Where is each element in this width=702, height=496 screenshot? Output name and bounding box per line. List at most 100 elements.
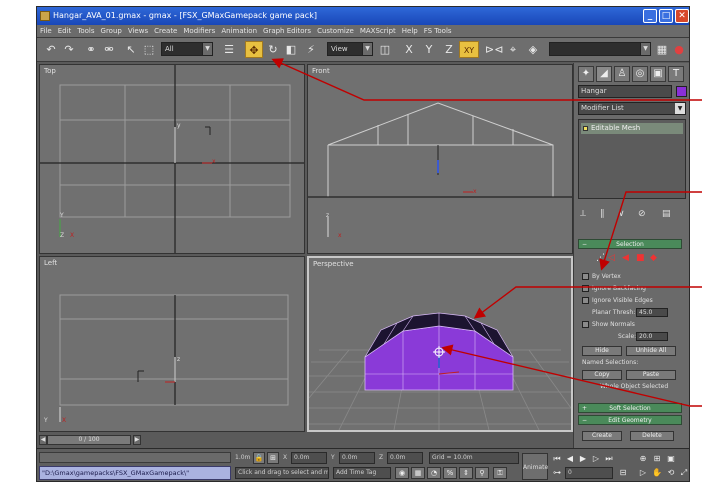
hierarchy-tab-icon[interactable]: ♙	[614, 66, 630, 82]
axis-y-button[interactable]: Y	[421, 41, 437, 58]
bulb-icon[interactable]	[583, 126, 588, 131]
field-of-view-icon[interactable]: ▷	[637, 467, 649, 479]
menu-customize[interactable]: Customize	[314, 25, 357, 38]
next-frame-icon[interactable]: ▷	[590, 453, 602, 465]
select-and-scale-icon[interactable]: ◧	[283, 41, 299, 58]
add-time-tag-button[interactable]: Add Time Tag	[333, 467, 391, 479]
grid-snap-icon[interactable]: ▦	[411, 467, 425, 479]
degradation-override-icon[interactable]: ◉	[395, 467, 409, 479]
menu-animation[interactable]: Animation	[218, 25, 260, 38]
select-object-icon[interactable]: ↖	[123, 41, 139, 58]
create-button[interactable]: Create	[582, 431, 622, 441]
axis-x-button[interactable]: X	[401, 41, 417, 58]
zoom-extents-icon[interactable]: ▣	[665, 453, 677, 465]
material-editor-icon[interactable]: ◈	[525, 41, 541, 58]
copy-button[interactable]: Copy	[582, 370, 622, 380]
go-to-end-icon[interactable]: ⏭	[603, 453, 615, 465]
selection-rollout[interactable]: − Selection	[578, 239, 682, 249]
by-vertex-checkbox[interactable]: By Vertex	[582, 273, 621, 280]
lightning-icon[interactable]: ⚡	[303, 41, 319, 58]
zoom-all-icon[interactable]: ⊞	[651, 453, 663, 465]
pivot-center-icon[interactable]: ◫	[377, 41, 393, 58]
maxscript-listener-strip[interactable]	[39, 452, 231, 463]
paste-button[interactable]: Paste	[626, 370, 676, 380]
undo-icon[interactable]: ↶	[43, 41, 59, 58]
zoom-icon[interactable]: ⊕	[637, 453, 649, 465]
percent-snap-icon[interactable]: %	[443, 467, 457, 479]
show-end-result-icon[interactable]: ∥	[600, 209, 605, 219]
previous-frame-icon[interactable]: ◀	[564, 453, 576, 465]
unlink-icon[interactable]: ⚮	[101, 41, 117, 58]
current-frame-field[interactable]: 0	[565, 467, 613, 479]
menu-group[interactable]: Group	[98, 25, 125, 38]
pin-stack-icon[interactable]: ⟂	[580, 209, 586, 219]
edit-geometry-rollout[interactable]: − Edit Geometry	[578, 415, 682, 425]
time-config-icon[interactable]: ⊟	[617, 467, 629, 479]
soft-selection-rollout[interactable]: + Soft Selection	[578, 403, 682, 413]
show-normals-checkbox[interactable]: Show Normals	[582, 321, 635, 328]
key-filter-icon[interactable]: ⊶	[551, 467, 563, 479]
utilities-tab-icon[interactable]: T	[668, 66, 684, 82]
delete-button[interactable]: Delete	[630, 431, 674, 441]
x-coord-field[interactable]: 0.0m	[291, 452, 327, 464]
face-icon[interactable]: ◀	[622, 253, 629, 264]
lock-selection-icon[interactable]: 🔒	[253, 452, 265, 464]
planar-thresh-spinner[interactable]: 45.0	[636, 308, 668, 317]
modifier-list-dropdown[interactable]: Modifier List ▼	[578, 102, 686, 115]
axis-xy-button[interactable]: XY	[459, 41, 479, 58]
select-and-move-icon[interactable]: ✥	[245, 41, 263, 58]
polygon-icon[interactable]: ■	[636, 253, 645, 264]
absolute-mode-icon[interactable]: ⊞	[267, 452, 279, 464]
chevron-right-icon[interactable]: ▶	[133, 435, 141, 445]
menu-maxscript[interactable]: MAXScript	[357, 25, 399, 38]
menu-create[interactable]: Create	[151, 25, 180, 38]
minimize-icon[interactable]: _	[643, 9, 657, 23]
viewport-perspective[interactable]: Perspective	[307, 256, 573, 432]
menu-help[interactable]: Help	[399, 25, 421, 38]
align-icon[interactable]: ⌖	[505, 41, 521, 58]
maximize-viewport-icon[interactable]: ⤢	[678, 467, 689, 479]
go-to-start-icon[interactable]: ⏮	[551, 453, 563, 465]
unhide-all-button[interactable]: Unhide All	[626, 346, 676, 356]
menu-tools[interactable]: Tools	[74, 25, 97, 38]
create-tab-icon[interactable]: ✦	[578, 66, 594, 82]
spinner-snap-icon[interactable]: ⇕	[459, 467, 473, 479]
redo-icon[interactable]: ↷	[61, 41, 77, 58]
scale-spinner[interactable]: 20.0	[636, 332, 668, 341]
menu-fs-tools[interactable]: FS Tools	[421, 25, 455, 38]
vertex-icon[interactable]: ⋰	[596, 253, 605, 264]
render-teapot-icon[interactable]: ●	[671, 41, 687, 58]
chevron-left-icon[interactable]: ◀	[39, 435, 47, 445]
display-tab-icon[interactable]: ▣	[650, 66, 666, 82]
time-slider[interactable]: 0 / 100	[47, 435, 131, 445]
viewport-top[interactable]: Top y x Y Z X	[39, 64, 305, 254]
ignore-backfacing-checkbox[interactable]: Ignore Backfacing	[582, 285, 646, 292]
selection-filter-dropdown[interactable]: All ▼	[161, 42, 213, 56]
select-by-name-icon[interactable]: ☰	[221, 41, 237, 58]
menu-views[interactable]: Views	[125, 25, 151, 38]
region-select-icon[interactable]: ⬚	[141, 41, 157, 58]
arc-rotate-icon[interactable]: ⟲	[665, 467, 677, 479]
stack-item-editable-mesh[interactable]: Editable Mesh	[581, 123, 683, 134]
angle-snap-icon[interactable]: ◔	[427, 467, 441, 479]
menu-file[interactable]: File	[37, 25, 55, 38]
play-icon[interactable]: ▶	[577, 453, 589, 465]
element-icon[interactable]: ◆	[650, 253, 657, 264]
ignore-visible-edges-checkbox[interactable]: Ignore Visible Edges	[582, 297, 653, 304]
viewport-left[interactable]: Left z Y X	[39, 256, 305, 432]
link-icon[interactable]: ⚭	[83, 41, 99, 58]
menu-edit[interactable]: Edit	[55, 25, 75, 38]
y-coord-field[interactable]: 0.0m	[339, 452, 375, 464]
named-selection-dropdown[interactable]: ▼	[549, 42, 651, 56]
snap-toggle-icon[interactable]: ⚲	[475, 467, 489, 479]
animate-button[interactable]: Animate	[522, 453, 548, 480]
axis-z-button[interactable]: Z	[441, 41, 457, 58]
object-name-field[interactable]: Hangar	[578, 85, 672, 98]
modify-tab-icon[interactable]: ◢	[596, 66, 612, 82]
edge-icon[interactable]: ◁	[608, 253, 615, 264]
menu-modifiers[interactable]: Modifiers	[180, 25, 218, 38]
close-icon[interactable]: ✕	[675, 9, 689, 23]
make-unique-icon[interactable]: ∨	[618, 209, 625, 219]
key-mode-icon[interactable]: ⚿	[493, 467, 507, 479]
reference-coord-dropdown[interactable]: View ▼	[327, 42, 373, 56]
